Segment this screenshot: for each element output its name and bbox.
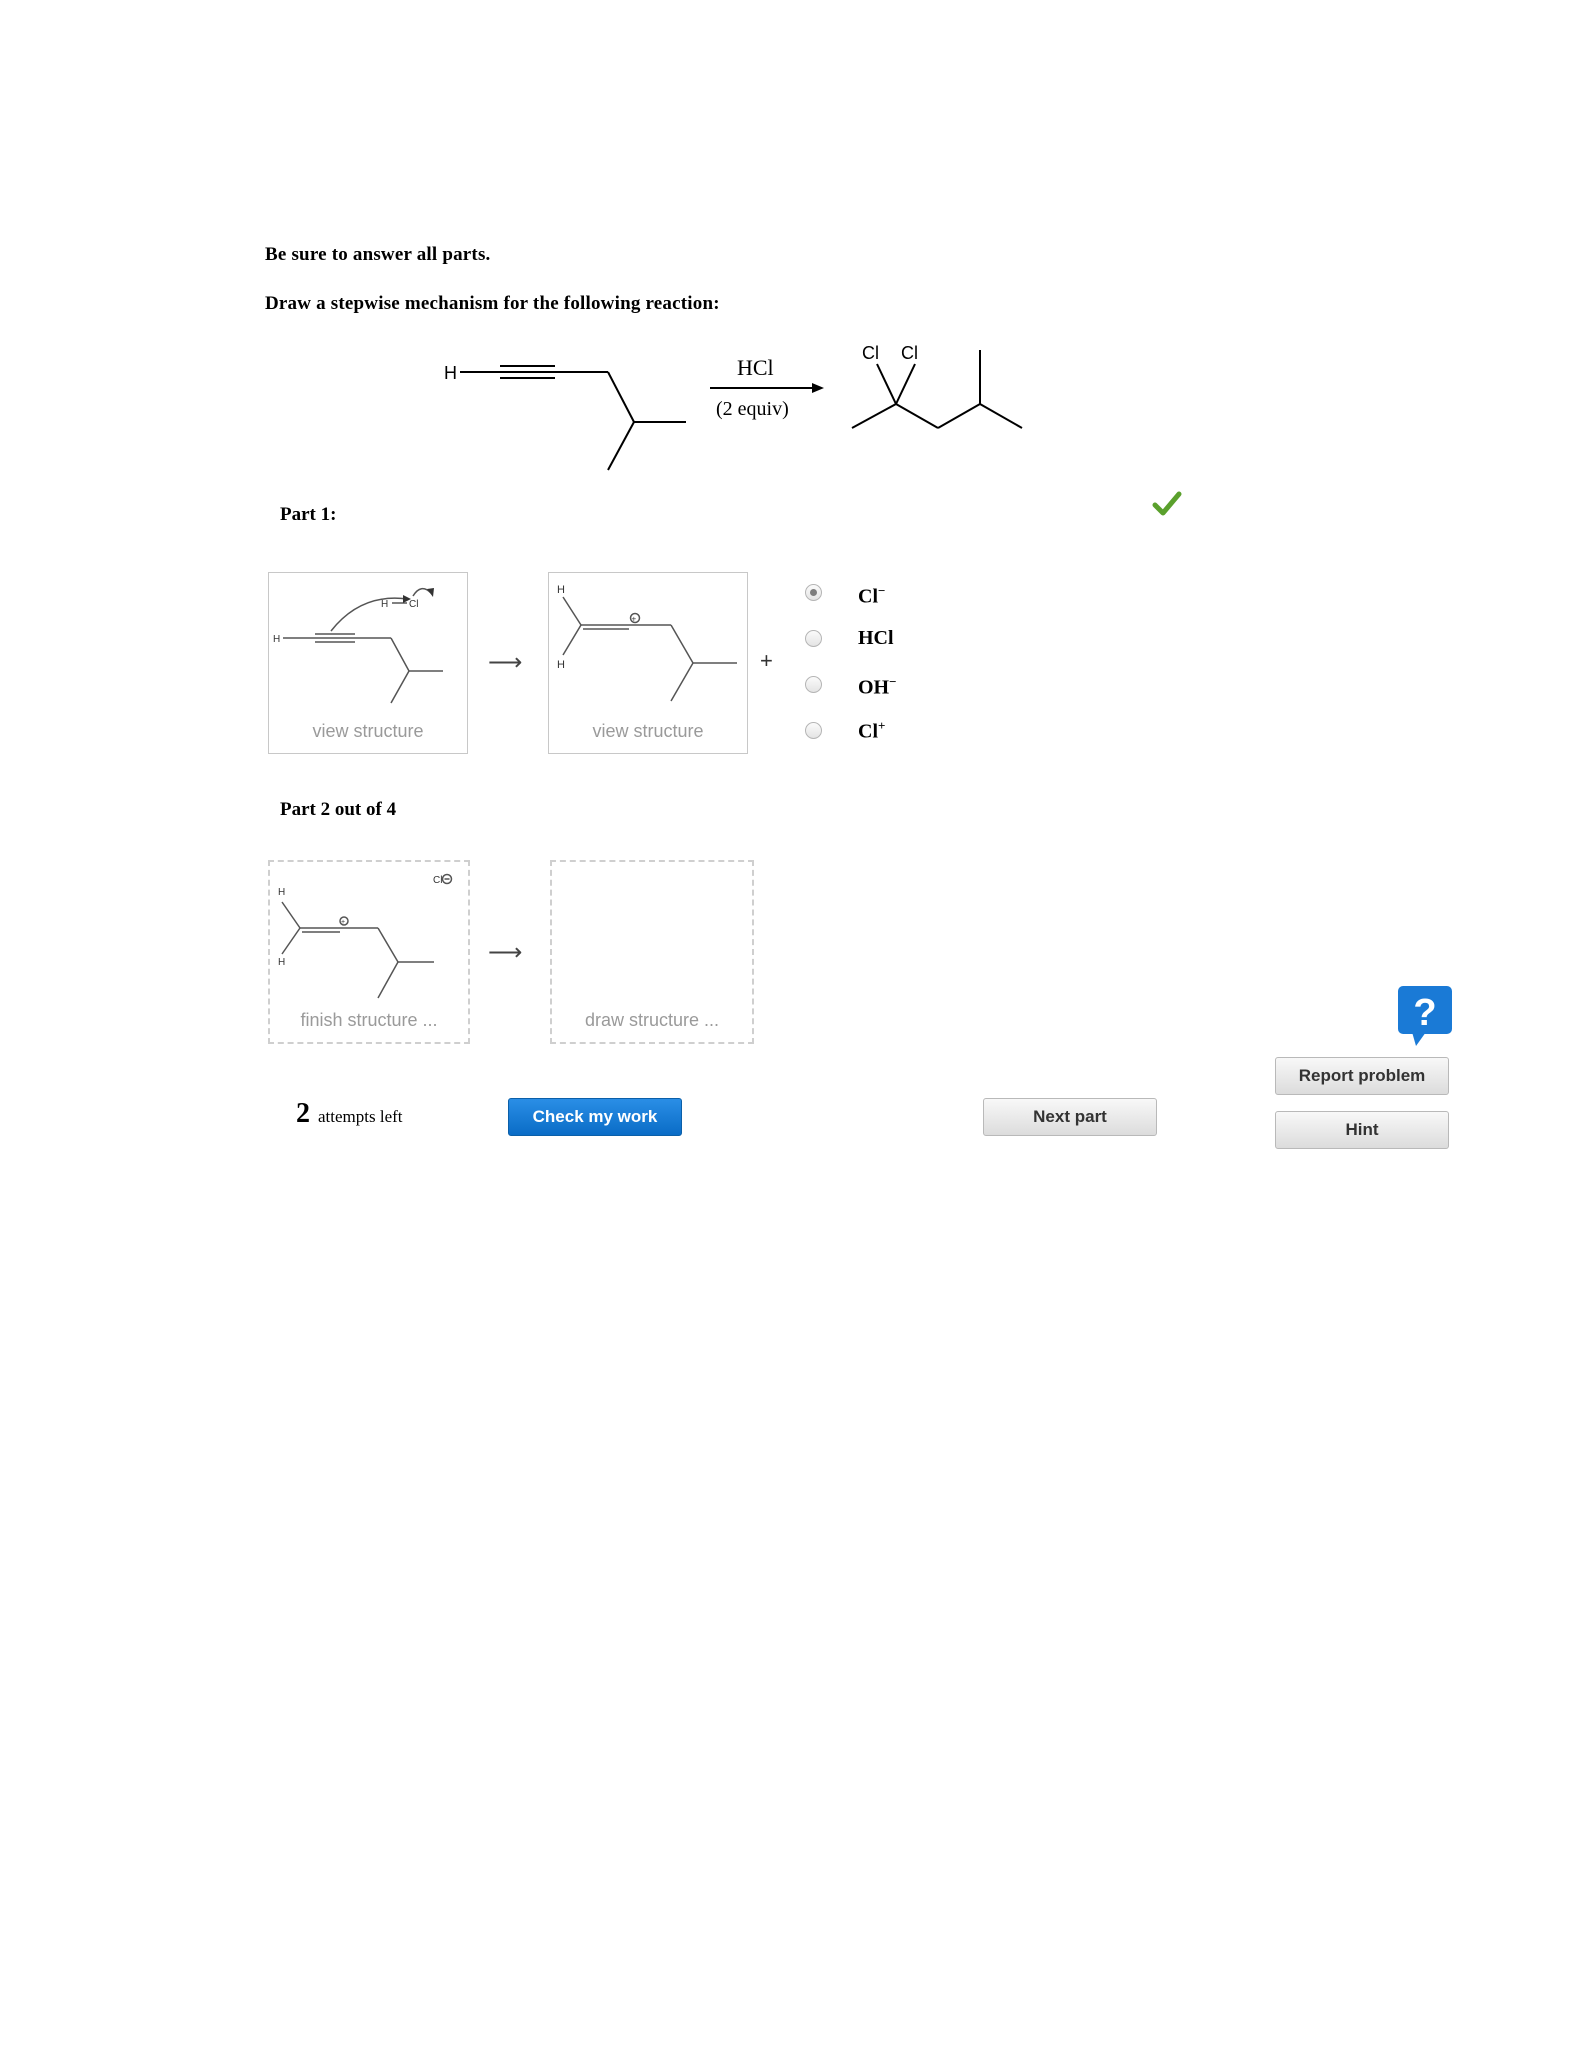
instruction-answer-all: Be sure to answer all parts. [265,244,491,265]
part1-plus-sign: + [760,648,773,673]
check-my-work-button[interactable]: Check my work [508,1098,682,1136]
reaction-scheme: H HCl (2 equiv) Cl Cl [444,343,1023,471]
next-part-button[interactable]: Next part [983,1098,1157,1136]
svg-text:+: + [341,919,345,926]
product-cl-1: Cl [862,343,879,363]
svg-text:+: + [632,615,637,624]
option-label-cl-minus: Cl− [858,583,886,608]
part1-view-structure-label-1[interactable]: view structure [269,721,467,742]
option-radio-cl-minus[interactable] [805,584,822,601]
svg-text:H: H [557,584,565,596]
option-label-oh-minus: OH− [858,674,897,699]
part1-title: Part 1: [280,504,337,525]
part1-reactant-structure-box[interactable]: H H Cl view structure [268,572,468,754]
instruction-draw-mechanism: Draw a stepwise mechanism for the follow… [265,293,720,314]
option-radio-cl-plus[interactable] [805,722,822,739]
report-problem-button[interactable]: Report problem [1275,1057,1449,1095]
part2-finish-structure-box[interactable]: H H + Cl finish structure ... [268,860,470,1044]
svg-text:H: H [557,659,565,671]
hint-button[interactable]: Hint [1275,1111,1449,1149]
part2-carbocation-molecule: H H + Cl [278,873,453,999]
option-label-hcl: HCl [858,627,894,649]
svg-text:Cl: Cl [409,599,418,610]
part1-view-structure-label-2[interactable]: view structure [549,721,747,742]
attempts-text: attempts left [318,1107,403,1126]
part2-finish-structure-label[interactable]: finish structure ... [270,1010,468,1031]
reagent-amount: (2 equiv) [716,398,789,420]
product-cl-2: Cl [901,343,918,363]
attempts-count: 2 [296,1098,310,1129]
reagent-label: HCl [737,355,774,380]
part1-reaction-arrow: ⟶ [488,649,523,676]
svg-text:?: ? [1413,992,1436,1034]
part1-product-molecule: H H + [557,584,737,702]
part2-reaction-arrow: ⟶ [488,939,523,966]
attempts-indicator: 2 attempts left [296,1098,403,1130]
part2-draw-structure-box[interactable]: draw structure ... [550,860,754,1044]
part1-reactant-molecule: H H Cl [273,587,443,704]
svg-text:H: H [273,634,280,645]
svg-text:H: H [278,887,285,898]
reactant-h-label: H [444,363,457,383]
svg-text:H: H [278,957,285,968]
part1-product-structure-box[interactable]: H H + view structure [548,572,748,754]
part2-draw-structure-label[interactable]: draw structure ... [552,1010,752,1031]
part2-title: Part 2 out of 4 [280,799,397,820]
question-help-icon[interactable]: ? [1396,984,1456,1050]
option-label-cl-plus: Cl+ [858,718,886,743]
checkmark-icon [1152,491,1182,516]
svg-text:H: H [381,599,388,610]
option-radio-oh-minus[interactable] [805,676,822,693]
svg-text:Cl: Cl [433,875,442,886]
option-radio-hcl[interactable] [805,630,822,647]
